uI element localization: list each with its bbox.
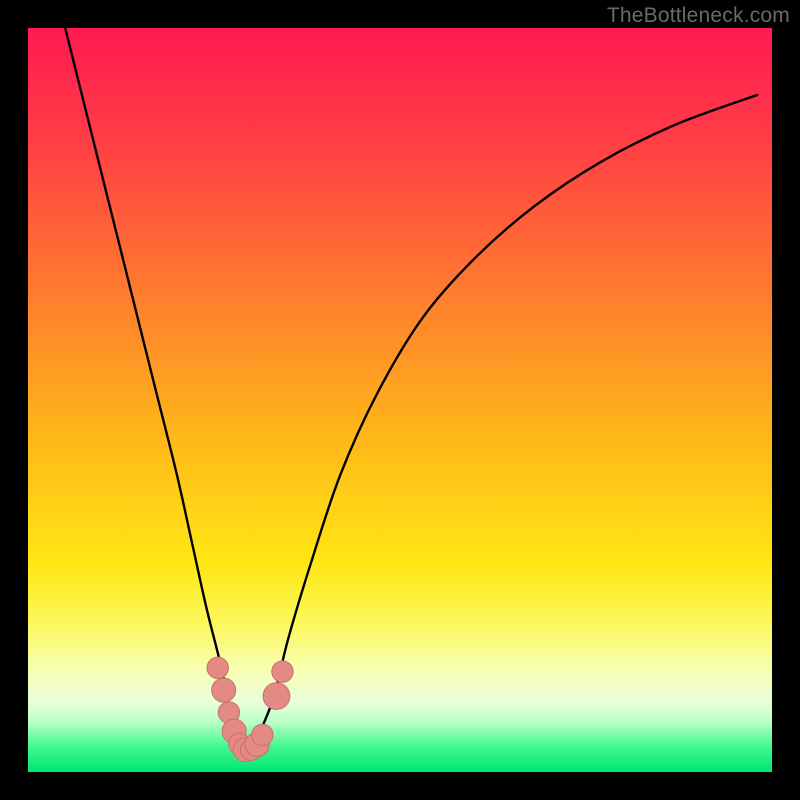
curve-layer [28,28,772,772]
chart-frame: TheBottleneck.com [0,0,800,800]
curve-marker [272,661,293,682]
plot-area [28,28,772,772]
curve-marker [207,657,228,678]
curve-marker [252,724,273,745]
curve-marker [212,678,236,702]
watermark-text: TheBottleneck.com [607,4,790,28]
curve-markers [207,657,293,762]
bottleneck-curve [65,28,757,752]
curve-marker [263,683,290,710]
